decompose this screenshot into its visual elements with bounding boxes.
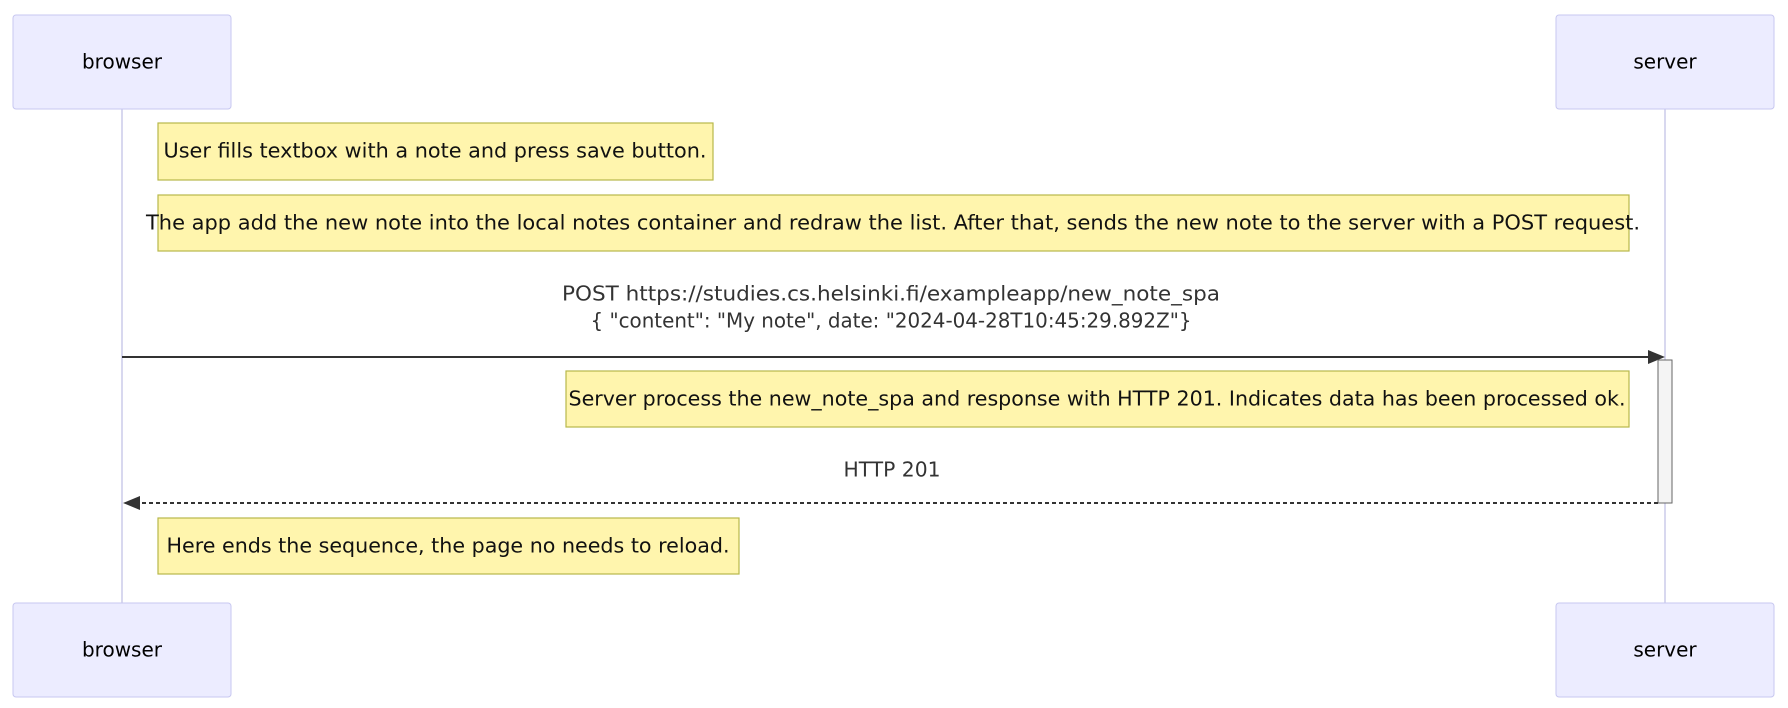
- note-server-process-text: Server process the new_note_spa and resp…: [569, 387, 1626, 411]
- note-user-fills-text: User fills textbox with a note and press…: [164, 139, 707, 163]
- note-sequence-ends-text: Here ends the sequence, the page no need…: [167, 534, 730, 558]
- browser-actor-bottom: browser: [12, 602, 232, 698]
- server-actor-bottom-label: server: [1633, 638, 1697, 662]
- server-actor-bottom: server: [1555, 602, 1775, 698]
- server-actor-top: server: [1555, 14, 1775, 110]
- server-activation-bar: [1657, 359, 1673, 504]
- post-message: POST https://studies.cs.helsinki.fi/exam…: [122, 282, 1665, 364]
- sequence-diagram: browser server User fills textbox with a…: [12, 14, 1775, 698]
- note-user-fills: User fills textbox with a note and press…: [157, 122, 714, 181]
- note-sequence-ends: Here ends the sequence, the page no need…: [157, 517, 740, 575]
- browser-actor-top: browser: [12, 14, 232, 110]
- http-response-arrowhead: [123, 496, 140, 510]
- server-actor-top-label: server: [1633, 50, 1697, 74]
- post-message-line1: POST https://studies.cs.helsinki.fi/exam…: [562, 282, 1220, 306]
- http-response-label: HTTP 201: [844, 458, 941, 482]
- note-app-adds-text: The app add the new note into the local …: [145, 211, 1640, 235]
- post-message-line2: { "content": "My note", date: "2024-04-2…: [591, 309, 1192, 333]
- note-server-process: Server process the new_note_spa and resp…: [565, 370, 1630, 428]
- browser-actor-top-label: browser: [82, 50, 163, 74]
- http-response-message: HTTP 201: [123, 458, 1658, 510]
- note-app-adds: The app add the new note into the local …: [145, 194, 1640, 252]
- browser-actor-bottom-label: browser: [82, 638, 163, 662]
